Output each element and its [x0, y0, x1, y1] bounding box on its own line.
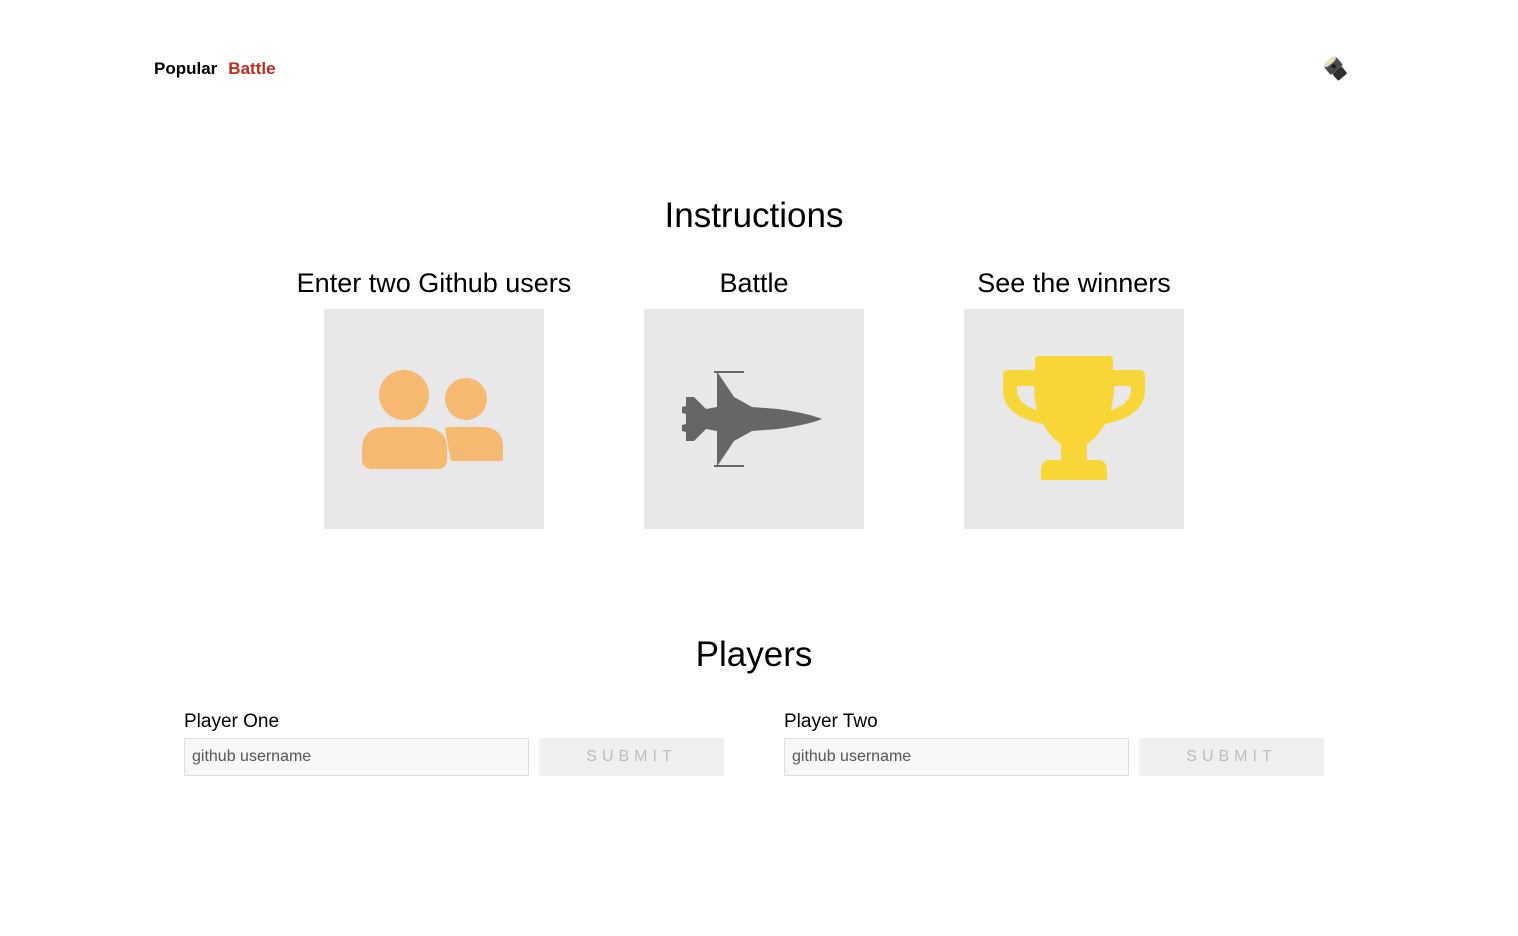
nav-link-popular[interactable]: Popular [154, 58, 217, 80]
instruction-step-enter-users: Enter two Github users [274, 266, 594, 529]
nav-link-battle[interactable]: Battle [228, 58, 275, 80]
step-icon-box [324, 309, 544, 529]
main-nav: Popular Battle [154, 58, 276, 80]
step-label: Enter two Github users [296, 268, 572, 298]
player-one-username-input[interactable] [184, 738, 529, 776]
player-two-form: Player Two Submit [784, 710, 1324, 776]
players-title: Players [695, 635, 813, 674]
step-icon-box [964, 309, 1184, 529]
step-label: Battle [719, 268, 789, 298]
player-two-submit-button[interactable]: Submit [1139, 738, 1324, 776]
player-one-submit-button[interactable]: Submit [539, 738, 724, 776]
player-two-row: Submit [784, 738, 1324, 776]
battle-page: Popular Battle Instructions Enter two Gi… [0, 0, 1518, 936]
theme-toggle-button[interactable] [1316, 50, 1350, 84]
users-icon [362, 370, 503, 469]
trophy-icon [1003, 356, 1145, 480]
player-one-row: Submit [184, 738, 724, 776]
player-two-username-input[interactable] [784, 738, 1129, 776]
player-one-form: Player One Submit [184, 710, 724, 776]
fighter-jet-icon [682, 371, 822, 467]
instruction-step-winners: See the winners [914, 266, 1234, 529]
instruction-step-battle: Battle [594, 266, 914, 529]
player-one-label: Player One [184, 711, 280, 732]
step-label: See the winners [977, 268, 1171, 298]
flashlight-icon [1323, 56, 1347, 81]
player-two-label: Player Two [784, 711, 878, 732]
instructions-title: Instructions [664, 196, 844, 235]
step-icon-box [644, 309, 864, 529]
